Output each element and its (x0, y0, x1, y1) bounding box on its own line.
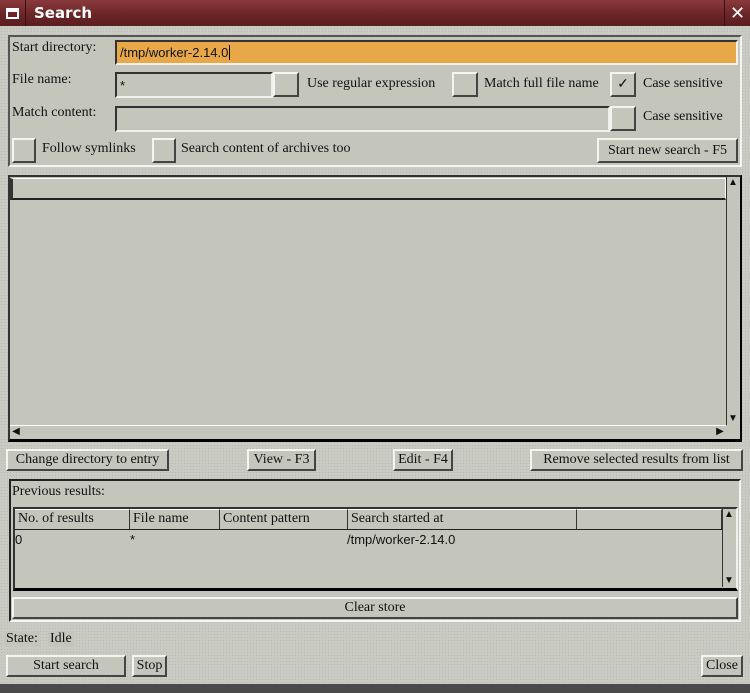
cell-file-name: * (130, 532, 136, 547)
follow-symlinks-checkbox[interactable] (12, 138, 36, 163)
taskbar-edge (0, 684, 750, 693)
case-sensitive-content-label: Case sensitive (643, 109, 723, 124)
file-name-input[interactable]: * (115, 72, 273, 98)
start-new-search-button[interactable]: Start new search - F5 (597, 138, 738, 163)
window-title: Search (34, 4, 93, 22)
file-name-value: * (120, 77, 126, 93)
results-list-header (10, 178, 726, 200)
view-button[interactable]: View - F3 (247, 449, 316, 471)
use-regex-checkbox[interactable] (452, 72, 478, 97)
scroll-up-icon[interactable]: ▲ (723, 509, 735, 521)
file-name-history-button[interactable] (273, 72, 299, 97)
case-sensitive-name-label: Case sensitive (643, 76, 723, 91)
check-mark-icon: ✓ (617, 77, 629, 92)
start-directory-label: Start directory: (12, 40, 97, 55)
start-search-button[interactable]: Start search (6, 655, 126, 677)
column-header-file-name[interactable]: File name (130, 509, 220, 529)
window-menu-icon[interactable] (0, 0, 26, 26)
previous-results-scrollbar[interactable]: ▲ ▼ (722, 509, 736, 587)
use-regex-label: Use regular expression (307, 76, 436, 91)
column-header-extra[interactable] (577, 509, 722, 529)
state-value: Idle (48, 631, 74, 647)
match-content-label: Match content: (12, 105, 97, 120)
table-row[interactable]: 0 * /tmp/worker-2.14.0 (15, 532, 722, 550)
results-horizontal-scrollbar[interactable]: ◀ ▶ (10, 425, 726, 439)
follow-symlinks-label: Follow symlinks (42, 141, 136, 156)
scroll-right-icon[interactable]: ▶ (714, 426, 726, 438)
column-header-started-at[interactable]: Search started at (348, 509, 577, 529)
search-archives-checkbox[interactable] (152, 138, 176, 163)
previous-results-table[interactable]: No. of results File name Content pattern… (13, 507, 738, 591)
file-name-label: File name: (12, 72, 72, 87)
scroll-down-icon[interactable]: ▼ (727, 413, 739, 425)
scroll-up-icon[interactable]: ▲ (727, 177, 739, 189)
match-content-input[interactable] (115, 106, 610, 132)
case-sensitive-name-checkbox[interactable]: ✓ (610, 72, 636, 97)
close-button[interactable]: Close (701, 655, 743, 677)
remove-results-button[interactable]: Remove selected results from list (530, 449, 743, 471)
previous-results-label: Previous results: (12, 484, 105, 499)
change-directory-button[interactable]: Change directory to entry (6, 449, 169, 471)
cell-count: 0 (15, 532, 23, 547)
case-sensitive-content-checkbox[interactable] (610, 106, 636, 131)
edit-button[interactable]: Edit - F4 (393, 449, 453, 471)
start-directory-value: /tmp/worker-2.14.0 (120, 45, 231, 60)
column-header-count[interactable]: No. of results (15, 509, 130, 529)
title-bar[interactable]: Search ✕ (0, 0, 750, 26)
match-full-label: Match full file name (484, 76, 599, 91)
column-header-content-pattern[interactable]: Content pattern (220, 509, 348, 529)
search-archives-label: Search content of archives too (181, 141, 351, 156)
close-window-icon[interactable]: ✕ (724, 0, 750, 26)
cell-started-at: /tmp/worker-2.14.0 (347, 532, 456, 547)
results-list[interactable]: ▲ ▼ ◀ ▶ (8, 175, 742, 442)
results-vertical-scrollbar[interactable]: ▲ ▼ (726, 177, 740, 425)
clear-store-button[interactable]: Clear store (12, 597, 738, 619)
start-directory-input[interactable]: /tmp/worker-2.14.0 (115, 40, 738, 65)
scroll-down-icon[interactable]: ▼ (723, 575, 735, 587)
state-label: State: (4, 631, 40, 647)
scroll-left-icon[interactable]: ◀ (10, 426, 22, 438)
stop-button[interactable]: Stop (132, 655, 167, 677)
